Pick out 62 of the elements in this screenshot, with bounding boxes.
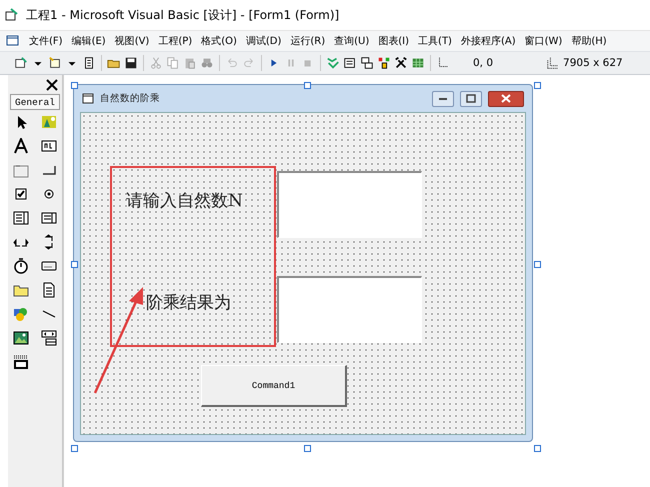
menu-item[interactable]: 窗口(W) (524, 34, 562, 48)
selection-handle[interactable] (534, 445, 541, 452)
form-icon (82, 93, 94, 104)
close-icon (45, 78, 59, 92)
selection-handle[interactable] (304, 82, 311, 89)
tools-icon[interactable] (394, 56, 408, 70)
menu-item[interactable]: 运行(R) (290, 34, 326, 48)
form-layout-icon[interactable] (360, 56, 374, 70)
position-readout: 0, 0 (473, 57, 494, 69)
toolbox-tab[interactable]: General (10, 94, 60, 110)
selection-handle[interactable] (71, 445, 78, 452)
close-icon (501, 94, 511, 103)
menu-item[interactable]: 图表(I) (378, 34, 410, 48)
data-view-icon[interactable] (411, 56, 425, 70)
checkbox-icon[interactable] (13, 186, 29, 202)
form-label: 请输入自然数N (126, 190, 243, 212)
document-icon[interactable] (6, 35, 20, 47)
minimize-button[interactable] (432, 90, 454, 106)
window-title: 工程1 - Microsoft Visual Basic [设计] - [Form1 (Form)] (26, 6, 340, 24)
image-icon[interactable] (13, 330, 29, 346)
menu-item[interactable]: 格式(O) (201, 34, 237, 48)
stopwatch-icon[interactable] (13, 258, 29, 274)
selection-handle[interactable] (71, 82, 78, 89)
menu-item[interactable]: 查询(U) (334, 34, 370, 48)
maximize-icon (466, 94, 476, 103)
add-form-icon[interactable] (48, 56, 62, 70)
add-project-icon[interactable] (14, 56, 28, 70)
size-icon (546, 56, 560, 70)
menu-item[interactable]: 调试(D) (246, 34, 282, 48)
text-box-icon[interactable] (41, 138, 57, 154)
selection-handle[interactable] (71, 261, 78, 268)
list-box-icon[interactable] (41, 210, 57, 226)
menu-editor-icon[interactable] (82, 56, 96, 70)
menu-item[interactable]: 视图(V) (114, 34, 150, 48)
form-label: 阶乘结果为 (146, 292, 231, 314)
position-icon[interactable] (436, 56, 450, 70)
close-button[interactable] (488, 90, 524, 106)
file-list-icon[interactable] (41, 282, 57, 298)
menu-item[interactable]: 文件(F) (29, 34, 63, 48)
app-icon (4, 7, 20, 23)
picture-box-icon[interactable] (41, 114, 57, 130)
form-title: 自然数的阶乘 (100, 92, 161, 105)
menu-item[interactable]: 编辑(E) (72, 34, 106, 48)
letter-a-icon[interactable] (13, 138, 29, 154)
combo-box-icon[interactable] (13, 210, 29, 226)
save-icon[interactable] (124, 56, 138, 70)
menu-item[interactable]: 外接程序(A) (460, 34, 516, 48)
command-button[interactable]: Command1 (201, 365, 347, 407)
menu-item[interactable]: 帮助(H) (571, 34, 607, 48)
selection-handle[interactable] (534, 261, 541, 268)
size-readout: 7905 x 627 (563, 57, 623, 69)
menu-item[interactable]: 工程(P) (158, 34, 192, 48)
text-box[interactable] (277, 276, 422, 343)
menu-item[interactable]: 工具(T) (418, 34, 452, 48)
data-control-icon[interactable] (41, 330, 57, 346)
shapes-icon[interactable] (13, 306, 29, 322)
selection-handle[interactable] (534, 82, 541, 89)
close-button[interactable] (44, 78, 60, 92)
text-box[interactable] (277, 171, 422, 238)
maximize-button[interactable] (460, 90, 482, 106)
properties-icon[interactable] (343, 56, 357, 70)
selection-handle[interactable] (304, 445, 311, 452)
